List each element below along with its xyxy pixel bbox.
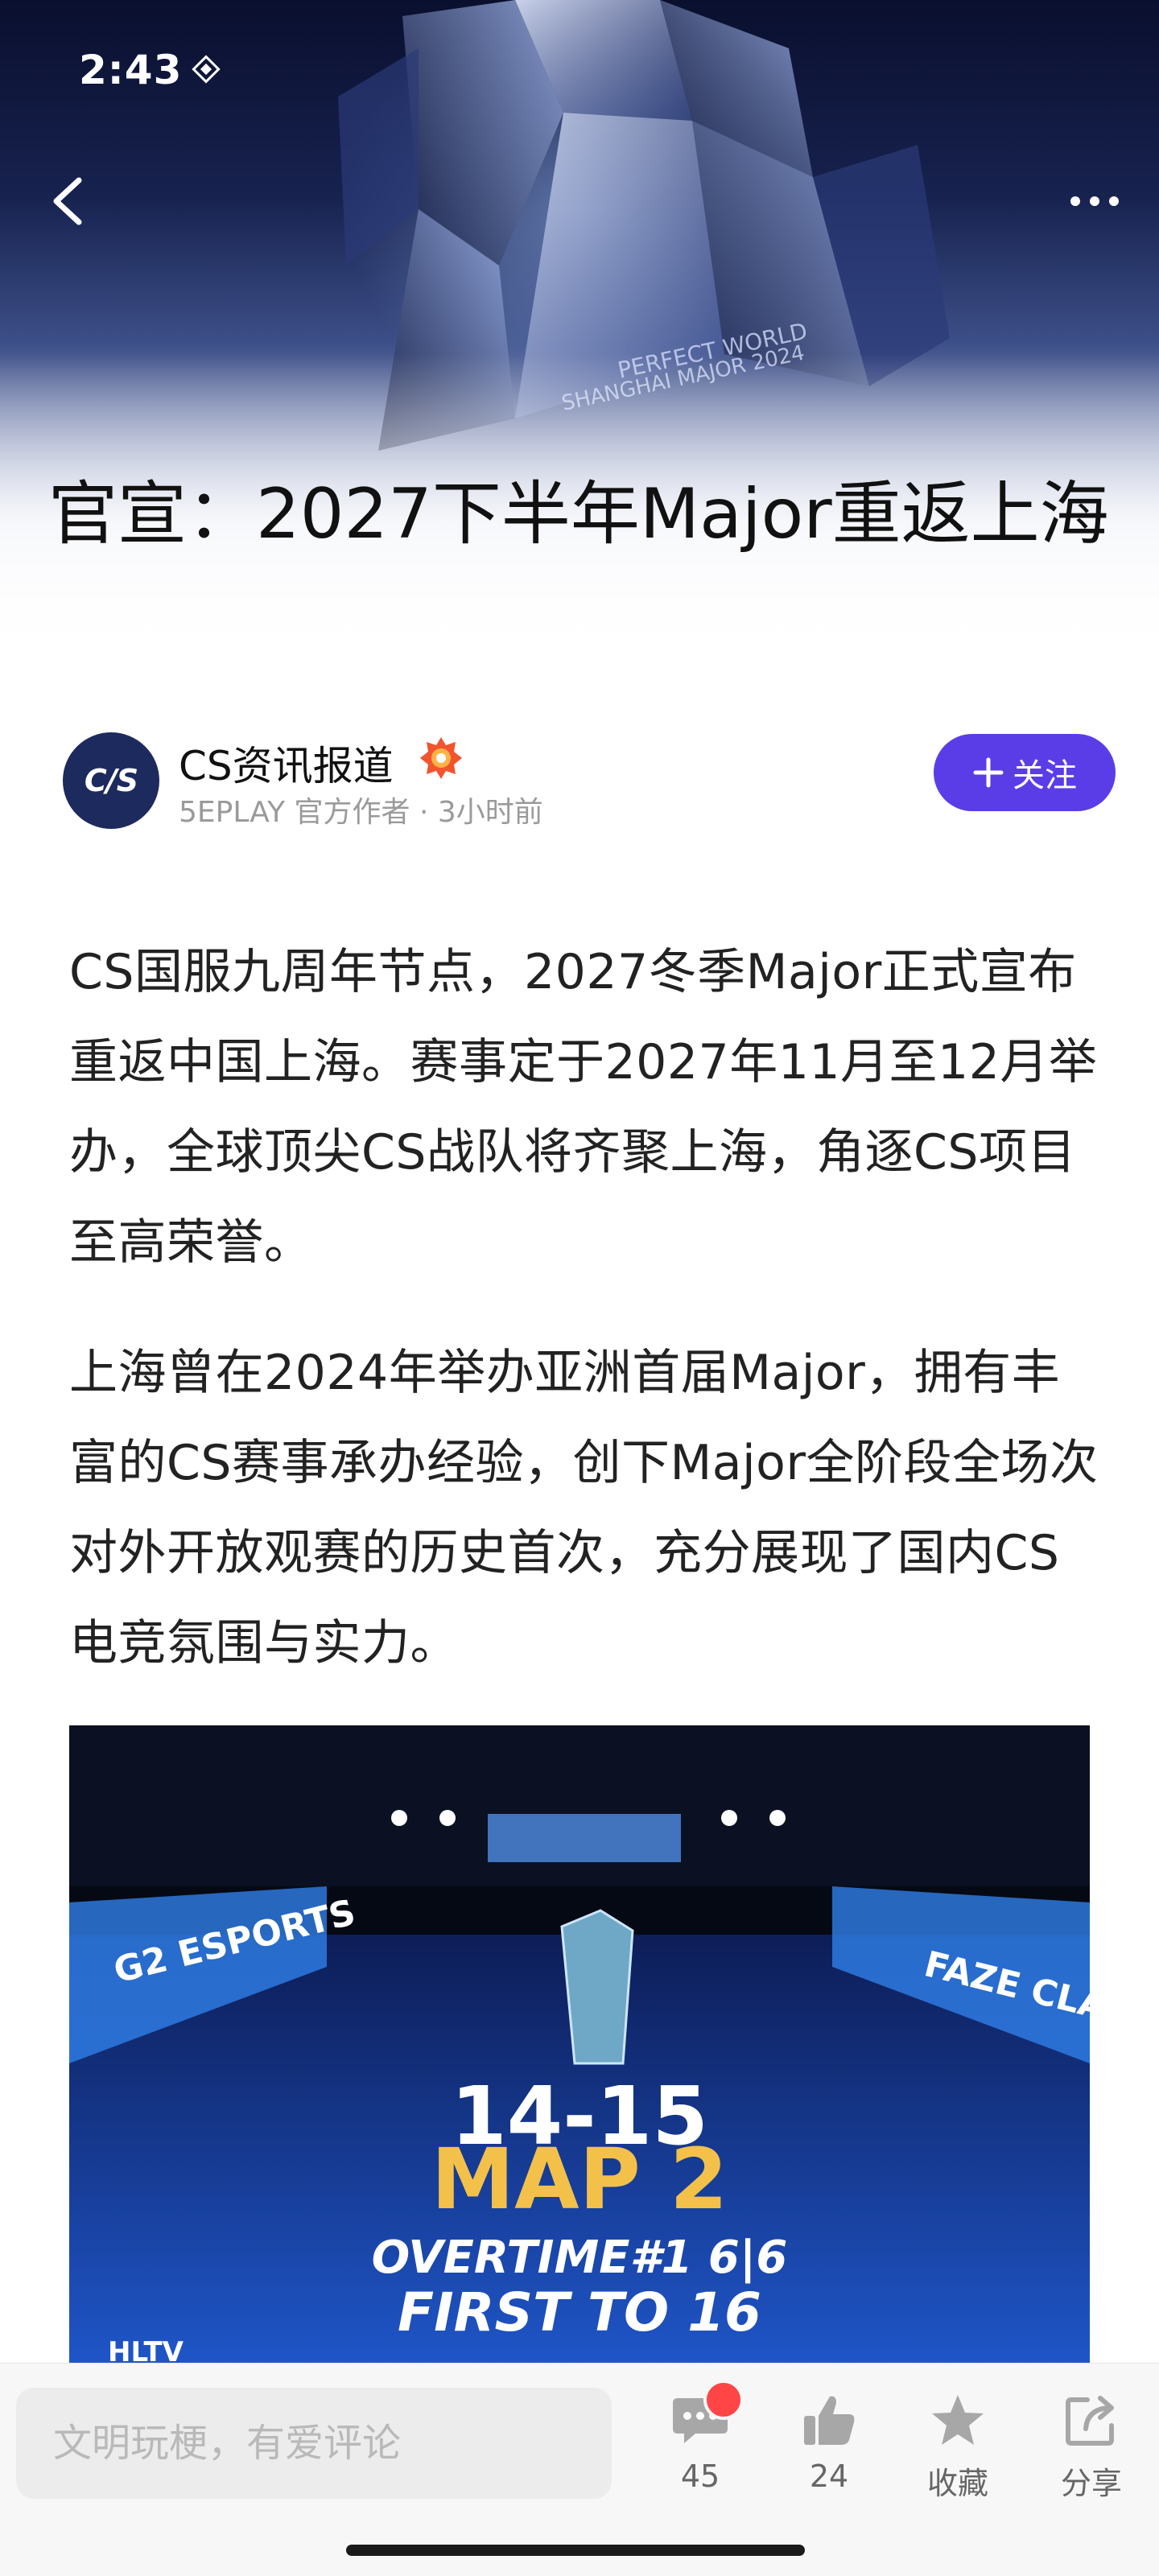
verified-badge-icon: [420, 737, 462, 779]
share-label: 分享: [1060, 2466, 1122, 2501]
arena-scoreboard-image: G2 ESPORTS FAZE CLAN 14-15 MAP 2 OVERTIM…: [69, 1725, 1090, 2369]
plus-icon: [973, 757, 1004, 788]
comment-input[interactable]: [16, 2388, 612, 2499]
article-title: 官宣：2027下半年Major重返上海: [48, 474, 1109, 554]
more-dots-icon: [1070, 196, 1119, 206]
comments-count: 45: [680, 2459, 720, 2494]
follow-button[interactable]: 关注: [934, 734, 1116, 811]
article-image[interactable]: G2 ESPORTS FAZE CLAN 14-15 MAP 2 OVERTIM…: [69, 1725, 1090, 2369]
author-meta: 5EPLAY 官方作者 · 3小时前: [179, 796, 543, 829]
comments-button[interactable]: 45: [652, 2380, 749, 2494]
scoreboard-first-to: FIRST TO 16: [398, 2281, 761, 2343]
author-name[interactable]: CS资讯报道: [179, 734, 394, 792]
star-icon: [932, 2395, 984, 2445]
home-indicator[interactable]: [346, 2545, 805, 2556]
likes-count: 24: [809, 2459, 849, 2494]
author-avatar[interactable]: C/S: [63, 732, 159, 829]
article-paragraph: CS国服九周年节点，2027冬季Major正式宣布重返中国上海。赛事定于2027…: [69, 944, 1098, 1271]
chevron-left-icon: [53, 177, 82, 225]
notification-dot: [703, 2380, 744, 2420]
back-button[interactable]: [40, 169, 97, 233]
scoreboard-overtime: OVERTIME#1 6|6: [372, 2232, 788, 2284]
article-paragraph: 上海曾在2024年举办亚洲首届Major，拥有丰富的CS赛事承办经验，创下Maj…: [69, 1345, 1099, 1671]
share-button[interactable]: 分享: [1043, 2388, 1140, 2503]
favorite-label: 收藏: [926, 2466, 988, 2501]
thumbs-up-icon: [804, 2396, 855, 2445]
status-time: 2:43: [79, 47, 183, 93]
nfc-icon: [192, 55, 221, 84]
scoreboard-map: MAP 2: [431, 2130, 728, 2228]
favorite-button[interactable]: 收藏: [909, 2388, 1006, 2503]
share-icon: [1066, 2396, 1114, 2446]
more-button[interactable]: [1062, 177, 1127, 225]
follow-label: 关注: [1013, 757, 1077, 794]
like-button[interactable]: 24: [781, 2388, 877, 2494]
